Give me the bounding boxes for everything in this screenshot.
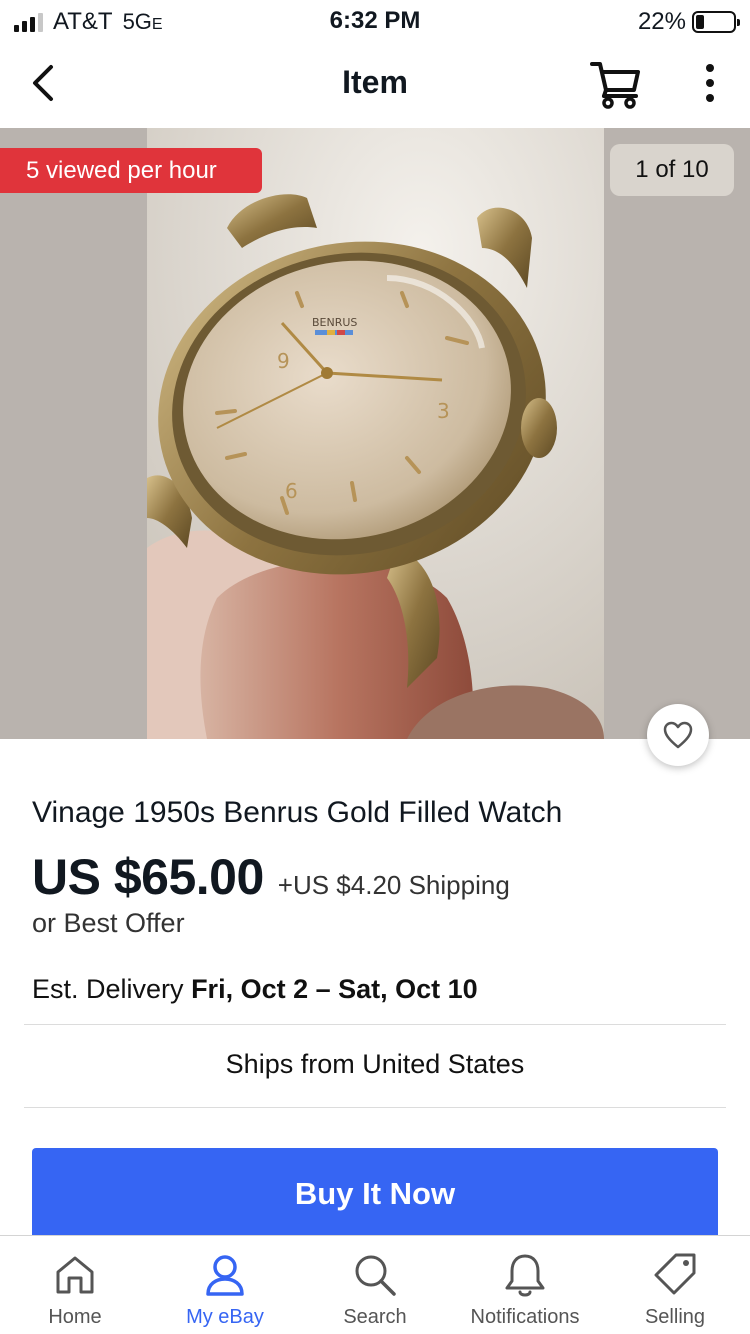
tab-label: Home — [48, 1306, 102, 1328]
tab-home[interactable]: Home — [0, 1236, 150, 1334]
best-offer-text: or Best Offer — [32, 908, 185, 938]
item-title: Vinage 1950s Benrus Gold Filled Watch — [32, 796, 563, 829]
svg-text:BENRUS: BENRUS — [312, 316, 357, 329]
bell-icon — [505, 1254, 545, 1297]
tab-label: Notifications — [470, 1306, 580, 1328]
heart-icon — [663, 721, 693, 749]
delivery-label: Est. Delivery — [32, 974, 184, 1004]
more-dot — [706, 94, 714, 102]
svg-text:3: 3 — [437, 399, 450, 423]
cart-button[interactable] — [586, 56, 646, 112]
svg-text:6: 6 — [285, 479, 298, 503]
divider — [24, 1107, 726, 1108]
home-icon — [56, 1256, 94, 1294]
status-right: 22% — [637, 8, 740, 36]
battery-percent: 22% — [637, 8, 686, 35]
cart-icon — [590, 62, 640, 109]
buy-it-now-label: Buy It Now — [294, 1176, 456, 1211]
more-button[interactable] — [690, 58, 730, 108]
tab-search[interactable]: Search — [300, 1236, 450, 1334]
tab-label: Selling — [644, 1306, 706, 1328]
shipping-cost: +US $4.20 Shipping — [277, 870, 510, 900]
tab-label: My eBay — [186, 1306, 264, 1328]
image-gallery[interactable]: 9 3 6 BENRUS 5 viewed per hour 1 of 10 — [0, 128, 750, 739]
price-row: US $65.00 +US $4.20 Shipping — [32, 848, 510, 906]
more-dot — [706, 64, 714, 72]
status-bar: AT&T 5GE 6:32 PM 22% — [0, 0, 750, 40]
ships-from: Ships from United States — [225, 1049, 525, 1079]
search-icon — [355, 1255, 396, 1296]
tab-label: Search — [343, 1306, 407, 1328]
tab-bar: Home My eBay Search Notifications Sellin… — [0, 1235, 750, 1334]
viewed-badge: 5 viewed per hour — [0, 148, 262, 193]
watch-button[interactable] — [647, 704, 709, 766]
delivery-estimate: Est. Delivery Fri, Oct 2 – Sat, Oct 10 — [32, 974, 478, 1005]
tab-selling[interactable]: Selling — [600, 1236, 750, 1334]
item-price: US $65.00 — [32, 849, 264, 905]
tab-my-ebay[interactable]: My eBay — [150, 1236, 300, 1334]
tag-icon — [654, 1253, 696, 1295]
battery-icon — [692, 11, 740, 33]
nav-bar: Item — [0, 44, 750, 124]
tab-notifications[interactable]: Notifications — [450, 1236, 600, 1334]
divider — [24, 1024, 726, 1025]
delivery-dates: Fri, Oct 2 – Sat, Oct 10 — [191, 974, 478, 1004]
image-counter: 1 of 10 — [610, 144, 734, 196]
product-photo[interactable]: 9 3 6 BENRUS — [147, 128, 604, 739]
user-icon — [206, 1255, 244, 1296]
battery-fill — [696, 15, 704, 29]
more-dot — [706, 79, 714, 87]
buy-it-now-button[interactable]: Buy It Now — [32, 1148, 718, 1244]
svg-text:9: 9 — [277, 349, 290, 373]
